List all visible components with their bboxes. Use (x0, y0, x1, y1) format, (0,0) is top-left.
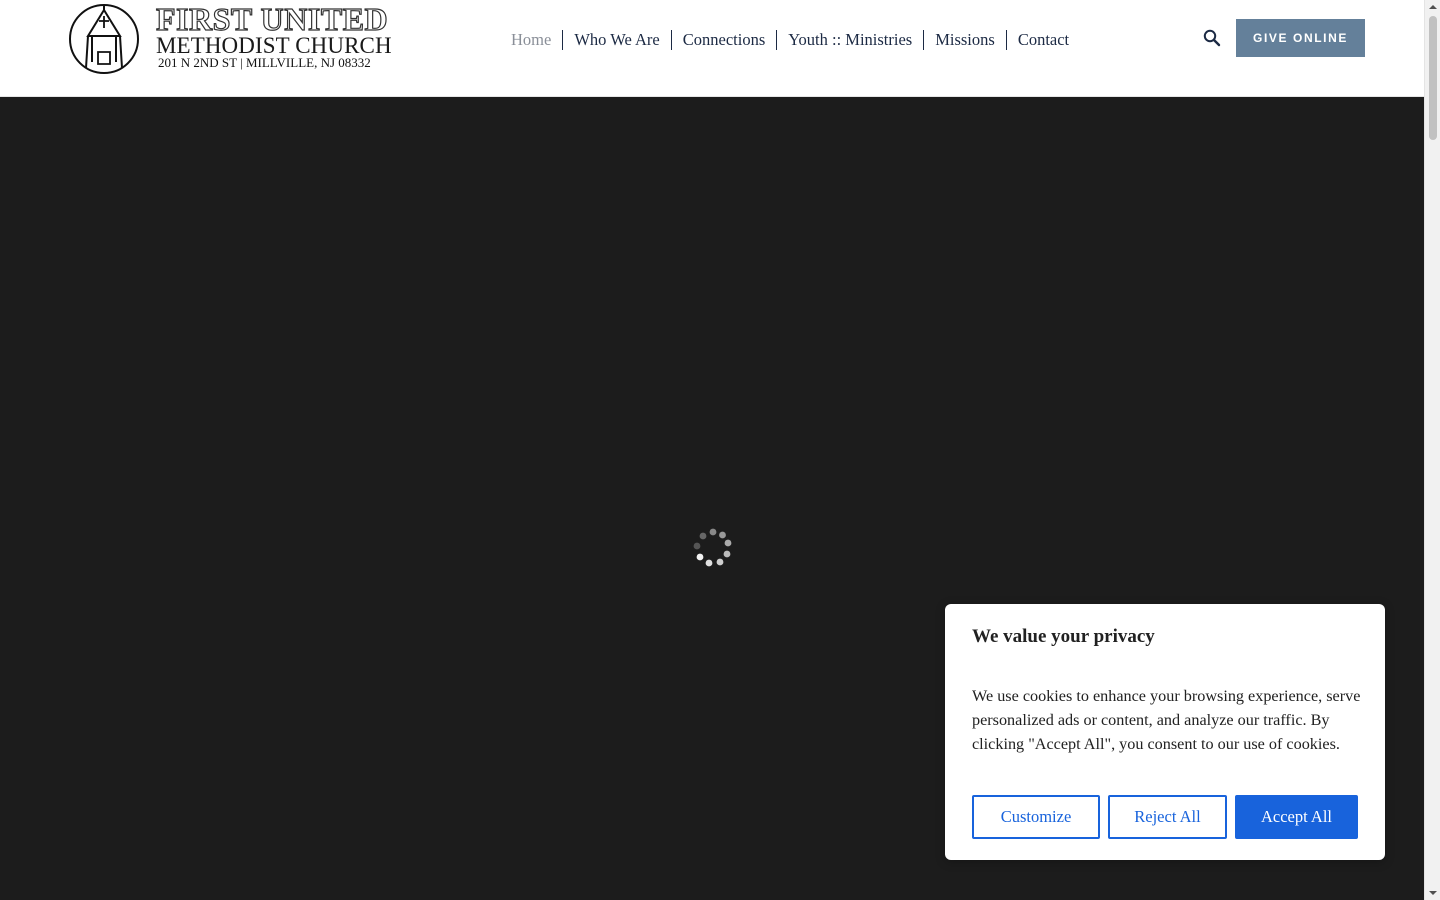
search-icon[interactable] (1202, 28, 1222, 48)
nav-item-home[interactable]: Home (500, 30, 562, 50)
scroll-down-arrow-icon[interactable] (1425, 886, 1440, 900)
page-scrollbar[interactable] (1424, 0, 1440, 900)
scrollbar-thumb[interactable] (1429, 16, 1437, 140)
cookie-title: We value your privacy (972, 626, 1155, 647)
main-nav: Home Who We Are Connections Youth :: Min… (500, 28, 1080, 52)
customize-button[interactable]: Customize (972, 795, 1100, 839)
accept-all-button[interactable]: Accept All (1235, 795, 1358, 839)
cookie-description: We use cookies to enhance your browsing … (972, 687, 1361, 753)
cookie-consent-banner: We value your privacy We use cookies to … (945, 604, 1385, 860)
nav-item-contact[interactable]: Contact (1005, 30, 1080, 50)
nav-item-connections[interactable]: Connections (670, 30, 777, 50)
logo-title: FIRST UNITED (155, 1, 389, 37)
scroll-up-arrow-icon[interactable] (1425, 0, 1440, 14)
nav-item-missions[interactable]: Missions (923, 30, 1006, 50)
nav-item-who-we-are[interactable]: Who We Are (562, 30, 670, 50)
nav-item-youth-ministries[interactable]: Youth :: Ministries (776, 30, 923, 50)
site-header: FIRST UNITED METHODIST CHURCH 201 N 2ND … (0, 0, 1424, 97)
logo-address: 201 N 2ND ST | MILLVILLE, NJ 08332 (158, 55, 371, 70)
loading-spinner-icon (693, 528, 732, 567)
reject-all-button[interactable]: Reject All (1108, 795, 1227, 839)
steeple-circle-icon (69, 4, 139, 74)
site-logo[interactable]: FIRST UNITED METHODIST CHURCH 201 N 2ND … (66, 1, 406, 76)
give-online-button[interactable]: GIVE ONLINE (1236, 19, 1365, 57)
